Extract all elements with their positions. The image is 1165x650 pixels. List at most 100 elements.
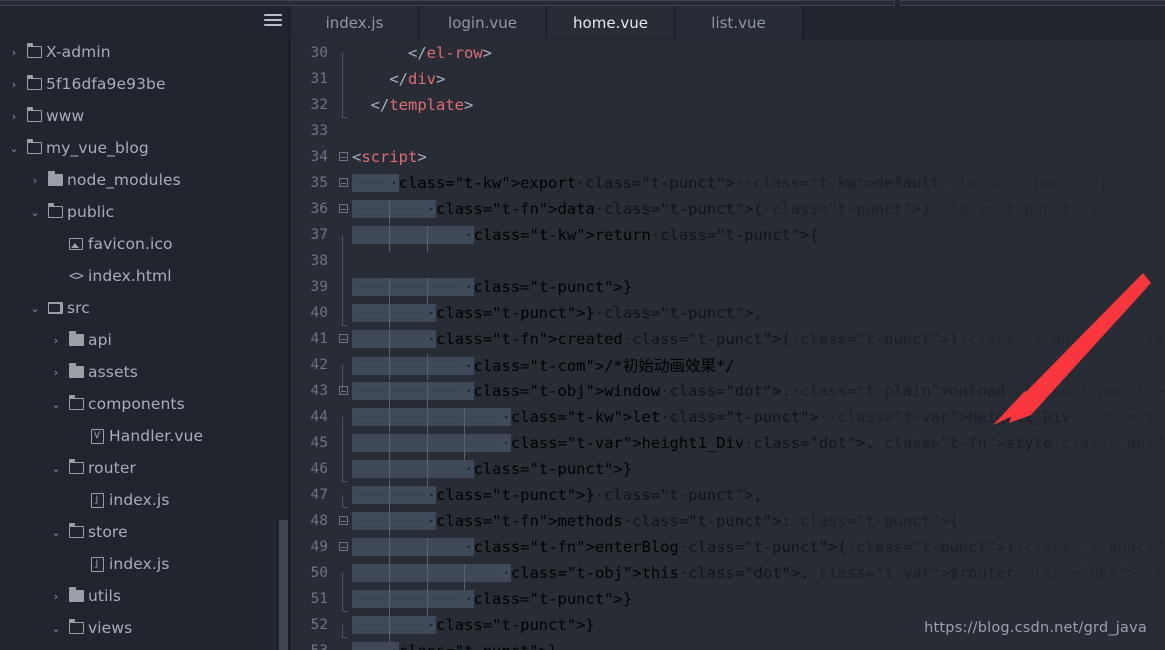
chevron-right-icon[interactable]: ›	[48, 590, 64, 603]
editor-tab-home-vue[interactable]: home.vue	[547, 6, 675, 40]
line-number: 42	[310, 357, 328, 373]
editor-tab-login-vue[interactable]: login.vue	[419, 6, 547, 40]
chevron-right-icon[interactable]: ›	[48, 366, 64, 379]
tree-item-label: index.js	[109, 555, 170, 573]
editor-tab-list-vue[interactable]: list.vue	[675, 6, 803, 40]
folder-open-icon	[68, 619, 84, 634]
tree-item-public[interactable]: ⌄ public	[0, 196, 290, 228]
chevron-right-icon[interactable]: ›	[6, 110, 22, 123]
tree-item-label: components	[88, 395, 185, 413]
code-line: 30 </el-row>	[291, 40, 1165, 79]
tree-item-node-modules[interactable]: › node_modules	[0, 164, 290, 196]
chevron-down-icon[interactable]: ⌄	[6, 142, 22, 155]
line-number: 39	[310, 279, 328, 295]
tree-item-handler-vue[interactable]: V Handler.vue	[0, 420, 290, 452]
fold-marker[interactable]	[335, 542, 351, 553]
fold-marker[interactable]	[335, 204, 351, 215]
code-line-text: ·class="t-com">/*初始动画效果*/	[351, 354, 1165, 380]
chevron-right-icon[interactable]: ›	[27, 174, 43, 187]
tree-item-x-admin[interactable]: › X-admin	[0, 36, 290, 68]
code-line-text: ·class="t-punct">}·class="t-punct">,	[351, 486, 1165, 512]
code-line: 51 ·class="t-punct">}	[291, 586, 1165, 616]
code-line-text: ·class="t-kw">let·class="t-punct">··clas…	[351, 408, 1165, 434]
vue-file-icon: V	[90, 428, 104, 444]
file-tree: › X-admin › 5f16dfa9e93be › www ⌄ my_vue_blog › n…	[0, 34, 290, 650]
chevron-down-icon[interactable]: ⌄	[48, 462, 64, 475]
hamburger-icon[interactable]	[264, 14, 282, 26]
chevron-down-icon[interactable]: ⌄	[48, 526, 64, 539]
code-line-text: </template>	[370, 96, 474, 114]
folder-open-icon	[68, 395, 84, 410]
chevron-down-icon[interactable]: ⌄	[27, 206, 43, 219]
code-line: 46 ·class="t-punct">}	[291, 456, 1165, 486]
tree-item-utils[interactable]: › utils	[0, 580, 290, 612]
code-line-text: </el-row>	[408, 44, 493, 62]
tree-item-src[interactable]: ⌄ src	[0, 292, 290, 324]
code-line: 35 ·class="t-kw">export·class="t-punct">…	[291, 170, 1165, 196]
folder-open-icon	[68, 459, 84, 474]
folder-module-icon	[26, 107, 42, 122]
chevron-right-icon[interactable]: ›	[6, 78, 22, 91]
folder-closed-icon	[47, 171, 63, 186]
chevron-down-icon[interactable]: ⌄	[27, 302, 43, 315]
tree-item-assets[interactable]: › assets	[0, 356, 290, 388]
chevron-right-icon[interactable]: ›	[48, 334, 64, 347]
fold-marker[interactable]	[335, 516, 351, 527]
line-number: 37	[310, 227, 328, 243]
fold-marker[interactable]	[335, 386, 351, 397]
editor-tab-bar: index.js login.vue home.vue list.vue	[291, 6, 1165, 40]
tree-item-my-vue-blog[interactable]: ⌄ my_vue_blog	[0, 132, 290, 164]
folder-module-icon	[26, 75, 42, 90]
folder-closed-icon	[68, 363, 84, 378]
folder-module-icon	[26, 139, 42, 154]
tree-item-label: store	[88, 523, 128, 541]
code-line: 53 ·class="t-punct">}	[291, 638, 1165, 650]
tree-item-label: my_vue_blog	[46, 139, 149, 157]
line-number: 52	[310, 617, 328, 633]
tree-item-blog-vue[interactable]: Vblog.vue	[0, 644, 290, 650]
tree-item-index-js[interactable]: Jindex.js	[0, 484, 290, 516]
chevron-down-icon[interactable]: ⌄	[48, 622, 64, 635]
line-number: 53	[291, 643, 335, 650]
tree-item-5f16dfa9e93be[interactable]: › 5f16dfa9e93be	[0, 68, 290, 100]
code-line: 48 ·class="t-fn">methods·class="t-punct"…	[291, 508, 1165, 538]
tree-item-label: index.js	[109, 491, 170, 509]
fold-marker[interactable]	[335, 152, 351, 163]
indent-guide	[426, 354, 428, 380]
line-number: 34	[310, 149, 328, 165]
tree-item-api[interactable]: › api	[0, 324, 290, 356]
image-file-icon	[69, 238, 83, 250]
sidebar-scrollbar[interactable]	[279, 520, 288, 650]
sidebar-toolbar	[0, 6, 290, 34]
code-line: 38	[291, 248, 1165, 287]
code-editor[interactable]: 30 </el-row> 31 </div> 32 </template> 33 34 <…	[291, 40, 1165, 650]
tree-item-label: www	[46, 107, 85, 125]
code-line: 32 </template>	[291, 92, 1165, 118]
code-line: 37 ·class="t-kw">return·class="t-punct">…	[291, 222, 1165, 261]
tree-item-label: Handler.vue	[109, 427, 204, 445]
tree-item-components[interactable]: ⌄ components	[0, 388, 290, 420]
chevron-down-icon[interactable]: ⌄	[48, 398, 64, 411]
code-line: 31 </div>	[291, 66, 1165, 105]
sidebar-divider	[289, 6, 290, 650]
line-number: 50	[310, 565, 328, 581]
code-line: 39 ·class="t-punct">}	[291, 274, 1165, 313]
fold-marker[interactable]	[335, 178, 351, 189]
tree-item-label: assets	[88, 363, 138, 381]
code-line: 45 ·class="t-var">height1_Div·class="dot…	[291, 430, 1165, 469]
tree-item-index-html[interactable]: <> index.html	[0, 260, 290, 292]
tree-item-router[interactable]: ⌄ router	[0, 452, 290, 484]
chevron-right-icon[interactable]: ›	[6, 46, 22, 59]
tree-item-www[interactable]: › www	[0, 100, 290, 132]
line-number: 51	[310, 591, 328, 607]
tree-item-views[interactable]: ⌄ views	[0, 612, 290, 644]
tree-item-favicon-ico[interactable]: favicon.ico	[0, 228, 290, 260]
indent-guide	[389, 354, 391, 380]
code-line-text: ·class="t-fn">data·class="t-punct">(·cla…	[351, 200, 1165, 226]
tree-item-store[interactable]: ⌄ store	[0, 516, 290, 548]
code-line-text: ·class="t-punct">}	[351, 278, 1165, 304]
editor-tab-index-js[interactable]: index.js	[291, 6, 419, 40]
tree-item-label: X-admin	[46, 43, 111, 61]
tree-item-index-js[interactable]: Jindex.js	[0, 548, 290, 580]
fold-marker[interactable]	[335, 334, 351, 345]
